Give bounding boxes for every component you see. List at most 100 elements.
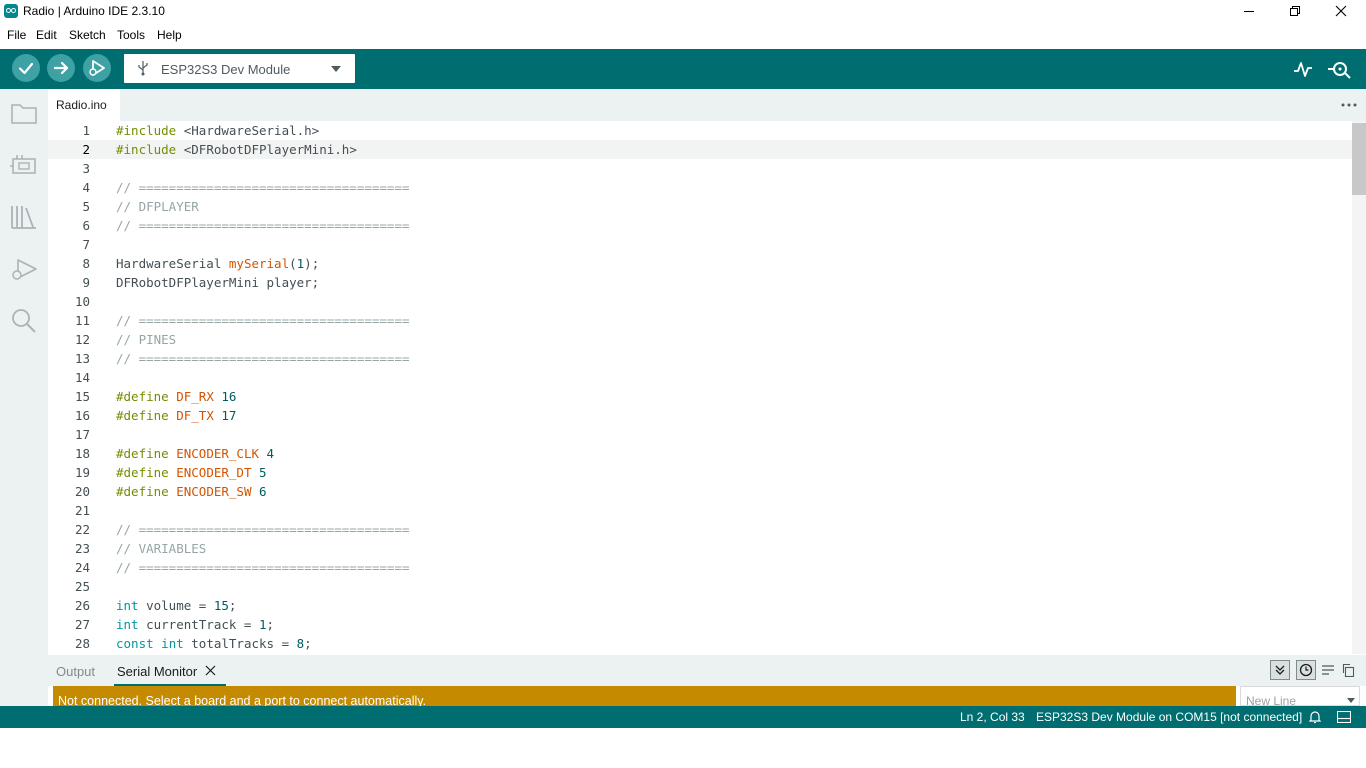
serial-monitor-button[interactable] bbox=[1327, 58, 1353, 80]
code-text: // ==================================== bbox=[116, 180, 410, 195]
sketchbook-button[interactable] bbox=[10, 99, 38, 127]
code-line[interactable]: 12 // PINES bbox=[48, 330, 1352, 349]
tab-output[interactable]: Output bbox=[56, 664, 95, 679]
code-text: #define DF_TX 17 bbox=[116, 408, 237, 423]
line-number: 23 bbox=[74, 541, 90, 556]
code-line[interactable]: 25 bbox=[48, 577, 1352, 596]
menu-tools[interactable]: Tools bbox=[117, 28, 145, 42]
code-line[interactable]: 20 #define ENCODER_SW 6 bbox=[48, 482, 1352, 501]
code-editor[interactable]: 1 #include <HardwareSerial.h> 2 #include <D… bbox=[48, 121, 1366, 654]
tab-serial-monitor[interactable]: Serial Monitor bbox=[117, 664, 197, 679]
code-line[interactable]: 17 bbox=[48, 425, 1352, 444]
debug-sidebar-button[interactable] bbox=[10, 255, 38, 283]
code-text: DFRobotDFPlayerMini player; bbox=[116, 275, 320, 290]
code-line[interactable]: 1 #include <HardwareSerial.h> bbox=[48, 121, 1352, 140]
code-line[interactable]: 28 const int totalTracks = 8; bbox=[48, 634, 1352, 653]
line-number: 10 bbox=[74, 294, 90, 309]
line-number: 21 bbox=[74, 503, 90, 518]
debug-button[interactable] bbox=[83, 54, 111, 82]
code-line[interactable]: 18 #define ENCODER_CLK 4 bbox=[48, 444, 1352, 463]
board-selector[interactable]: ESP32S3 Dev Module bbox=[124, 54, 355, 83]
line-number: 24 bbox=[74, 560, 90, 575]
code-line[interactable]: 14 bbox=[48, 368, 1352, 387]
code-line[interactable]: 22 // ===================================… bbox=[48, 520, 1352, 539]
code-line[interactable]: 4 // ==================================== bbox=[48, 178, 1352, 197]
ellipsis-icon bbox=[1341, 103, 1357, 107]
minimize-button[interactable] bbox=[1226, 0, 1272, 22]
code-line[interactable]: 6 // ==================================== bbox=[48, 216, 1352, 235]
more-actions-button[interactable] bbox=[1340, 99, 1358, 109]
code-line[interactable]: 26 int volume = 15; bbox=[48, 596, 1352, 615]
editor-scrollbar-thumb[interactable] bbox=[1352, 123, 1366, 195]
line-number: 8 bbox=[82, 256, 90, 271]
code-text: #include <HardwareSerial.h> bbox=[116, 123, 320, 138]
usb-icon bbox=[138, 61, 148, 76]
code-text: #define ENCODER_CLK 4 bbox=[116, 446, 275, 461]
code-line[interactable]: 15 #define DF_RX 16 bbox=[48, 387, 1352, 406]
notifications-button[interactable] bbox=[1308, 710, 1322, 727]
code-line[interactable]: 2 #include <DFRobotDFPlayerMini.h> bbox=[48, 140, 1352, 159]
code-text: const int totalTracks = 8; bbox=[116, 636, 312, 651]
cursor-position[interactable]: Ln 2, Col 33 bbox=[960, 710, 1025, 724]
code-line[interactable]: 24 // ===================================… bbox=[48, 558, 1352, 577]
line-number: 26 bbox=[74, 598, 90, 613]
code-text: // PINES bbox=[116, 332, 177, 347]
code-line[interactable]: 19 #define ENCODER_DT 5 bbox=[48, 463, 1352, 482]
code-line[interactable]: 3 bbox=[48, 159, 1352, 178]
window-title: Radio | Arduino IDE 2.3.10 bbox=[23, 4, 165, 18]
code-line[interactable]: 21 bbox=[48, 501, 1352, 520]
menu-sketch[interactable]: Sketch bbox=[69, 28, 106, 42]
search-icon bbox=[12, 309, 36, 333]
search-button[interactable] bbox=[10, 307, 38, 335]
code-text: HardwareSerial mySerial(1); bbox=[116, 256, 320, 271]
connection-notice: Not connected. Select a board and a port… bbox=[53, 686, 1236, 706]
clear-output-button[interactable] bbox=[1318, 660, 1338, 680]
line-number: 18 bbox=[74, 446, 90, 461]
board-port-status[interactable]: ESP32S3 Dev Module on COM15 [not connect… bbox=[1036, 710, 1302, 724]
line-ending-select[interactable]: New Line bbox=[1240, 686, 1360, 706]
toggle-panel-button[interactable] bbox=[1336, 710, 1352, 726]
code-line[interactable]: 16 #define DF_TX 17 bbox=[48, 406, 1352, 425]
autoscroll-toggle[interactable] bbox=[1270, 660, 1290, 680]
library-manager-button[interactable] bbox=[10, 203, 38, 231]
line-number: 16 bbox=[74, 408, 90, 423]
restore-button[interactable] bbox=[1272, 0, 1318, 22]
line-number: 15 bbox=[74, 389, 90, 404]
serial-plotter-button[interactable] bbox=[1292, 59, 1314, 79]
line-number: 4 bbox=[82, 180, 90, 195]
timestamp-toggle[interactable] bbox=[1296, 660, 1316, 680]
line-number: 1 bbox=[82, 123, 90, 138]
upload-button[interactable] bbox=[47, 54, 75, 82]
code-line[interactable]: 23 // VARIABLES bbox=[48, 539, 1352, 558]
code-line[interactable]: 8 HardwareSerial mySerial(1); bbox=[48, 254, 1352, 273]
chevron-down-icon bbox=[1347, 698, 1355, 703]
code-line[interactable]: 9 DFRobotDFPlayerMini player; bbox=[48, 273, 1352, 292]
toolbar: ESP32S3 Dev Module bbox=[0, 49, 1366, 89]
checkmark-icon bbox=[18, 62, 34, 75]
menu-edit[interactable]: Edit bbox=[36, 28, 57, 42]
folder-icon bbox=[11, 104, 37, 124]
close-window-button[interactable] bbox=[1318, 0, 1364, 22]
debug-run-icon bbox=[12, 259, 37, 280]
code-line[interactable]: 13 // ===================================… bbox=[48, 349, 1352, 368]
panel-icon bbox=[1336, 710, 1352, 724]
code-line[interactable]: 11 // ===================================… bbox=[48, 311, 1352, 330]
code-text: // ==================================== bbox=[116, 560, 410, 575]
boards-manager-button[interactable] bbox=[10, 151, 38, 179]
verify-button[interactable] bbox=[12, 54, 40, 82]
line-number: 25 bbox=[74, 579, 90, 594]
line-number: 14 bbox=[74, 370, 90, 385]
code-line[interactable]: 10 bbox=[48, 292, 1352, 311]
menu-help[interactable]: Help bbox=[157, 28, 182, 42]
notice-text: Not connected. Select a board and a port… bbox=[58, 694, 427, 706]
menu-file[interactable]: File bbox=[7, 28, 26, 42]
code-line[interactable]: 5 // DFPLAYER bbox=[48, 197, 1352, 216]
library-icon bbox=[11, 206, 36, 229]
magnifier-icon bbox=[1328, 62, 1351, 79]
editor-scrollbar[interactable] bbox=[1352, 121, 1366, 654]
copy-output-button[interactable] bbox=[1338, 660, 1358, 680]
close-serial-monitor-button[interactable] bbox=[205, 665, 216, 679]
tab-radio-ino[interactable]: Radio.ino bbox=[48, 89, 120, 121]
code-line[interactable]: 7 bbox=[48, 235, 1352, 254]
code-line[interactable]: 27 int currentTrack = 1; bbox=[48, 615, 1352, 634]
